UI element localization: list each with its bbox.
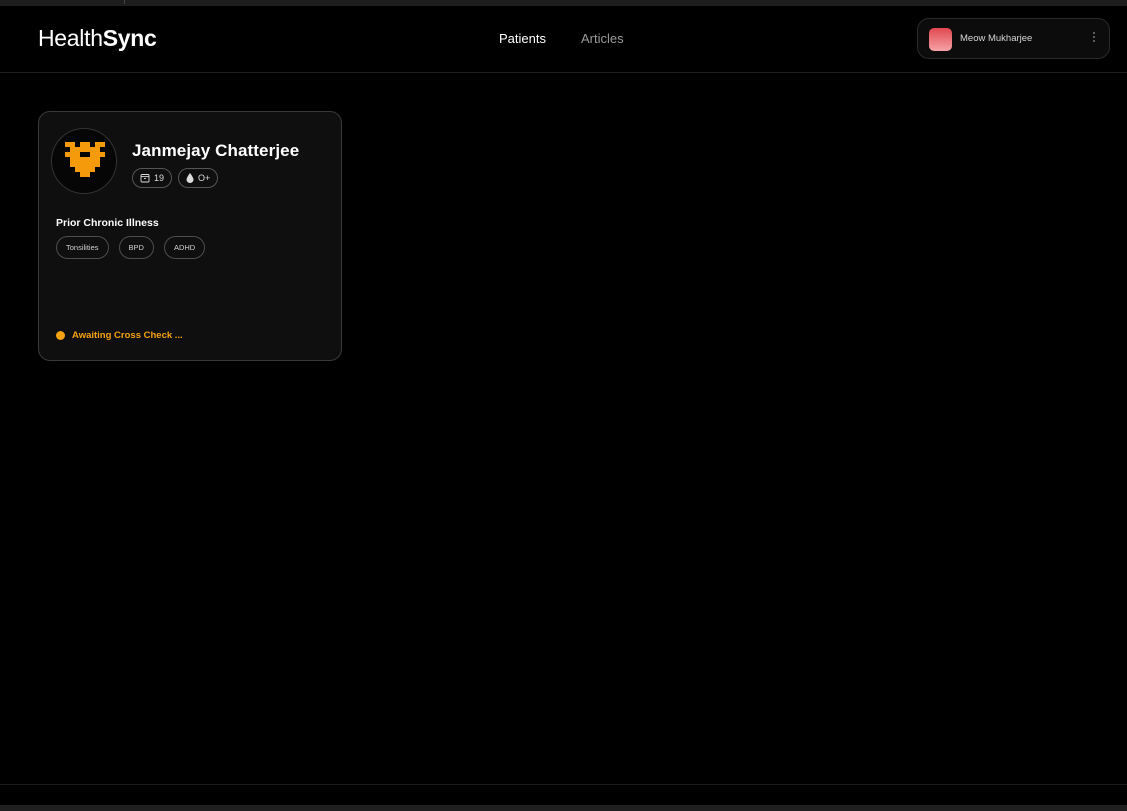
app-header: HealthSync Patients Articles Meow Mukhar… xyxy=(0,6,1127,73)
calendar-icon xyxy=(140,174,150,183)
blood-group-value: O+ xyxy=(198,173,211,183)
logo-text-light: Health xyxy=(38,25,103,51)
footer-divider xyxy=(0,784,1127,785)
logo-text-bold: Sync xyxy=(102,25,157,51)
user-name: Meow Mukharjee xyxy=(960,33,1033,44)
patient-avatar xyxy=(51,128,117,194)
blood-drop-icon xyxy=(186,173,194,183)
illness-tag: BPD xyxy=(118,236,154,259)
nav-item-patients[interactable]: Patients xyxy=(499,31,546,46)
status-indicator: Awaiting Cross Check ... xyxy=(56,330,183,341)
illness-section-title: Prior Chronic Illness xyxy=(56,217,159,229)
patient-card[interactable]: Janmejay Chatterjee 19 O+ Prior Chronic … xyxy=(38,111,342,361)
window-bottom-strip xyxy=(0,805,1127,811)
illness-tag: Tonsilities xyxy=(56,236,109,259)
illness-tag: ADHD xyxy=(163,236,206,259)
status-dot xyxy=(56,331,65,340)
user-menu[interactable]: Meow Mukharjee xyxy=(917,18,1110,59)
patient-name: Janmejay Chatterjee xyxy=(132,141,300,160)
user-avatar xyxy=(929,28,952,51)
more-options-icon[interactable] xyxy=(1092,32,1096,46)
illness-tags: Tonsilities BPD ADHD xyxy=(56,236,206,259)
age-chip: 19 xyxy=(132,168,173,188)
main-nav: Patients Articles xyxy=(499,31,624,46)
status-text: Awaiting Cross Check ... xyxy=(72,330,183,341)
nav-item-articles[interactable]: Articles xyxy=(581,31,624,46)
app-logo[interactable]: HealthSync xyxy=(38,25,157,52)
age-value: 19 xyxy=(154,173,165,183)
blood-group-chip: O+ xyxy=(178,168,219,188)
patient-meta-chips: 19 O+ xyxy=(132,168,219,188)
pixel-heart-icon xyxy=(65,142,105,177)
